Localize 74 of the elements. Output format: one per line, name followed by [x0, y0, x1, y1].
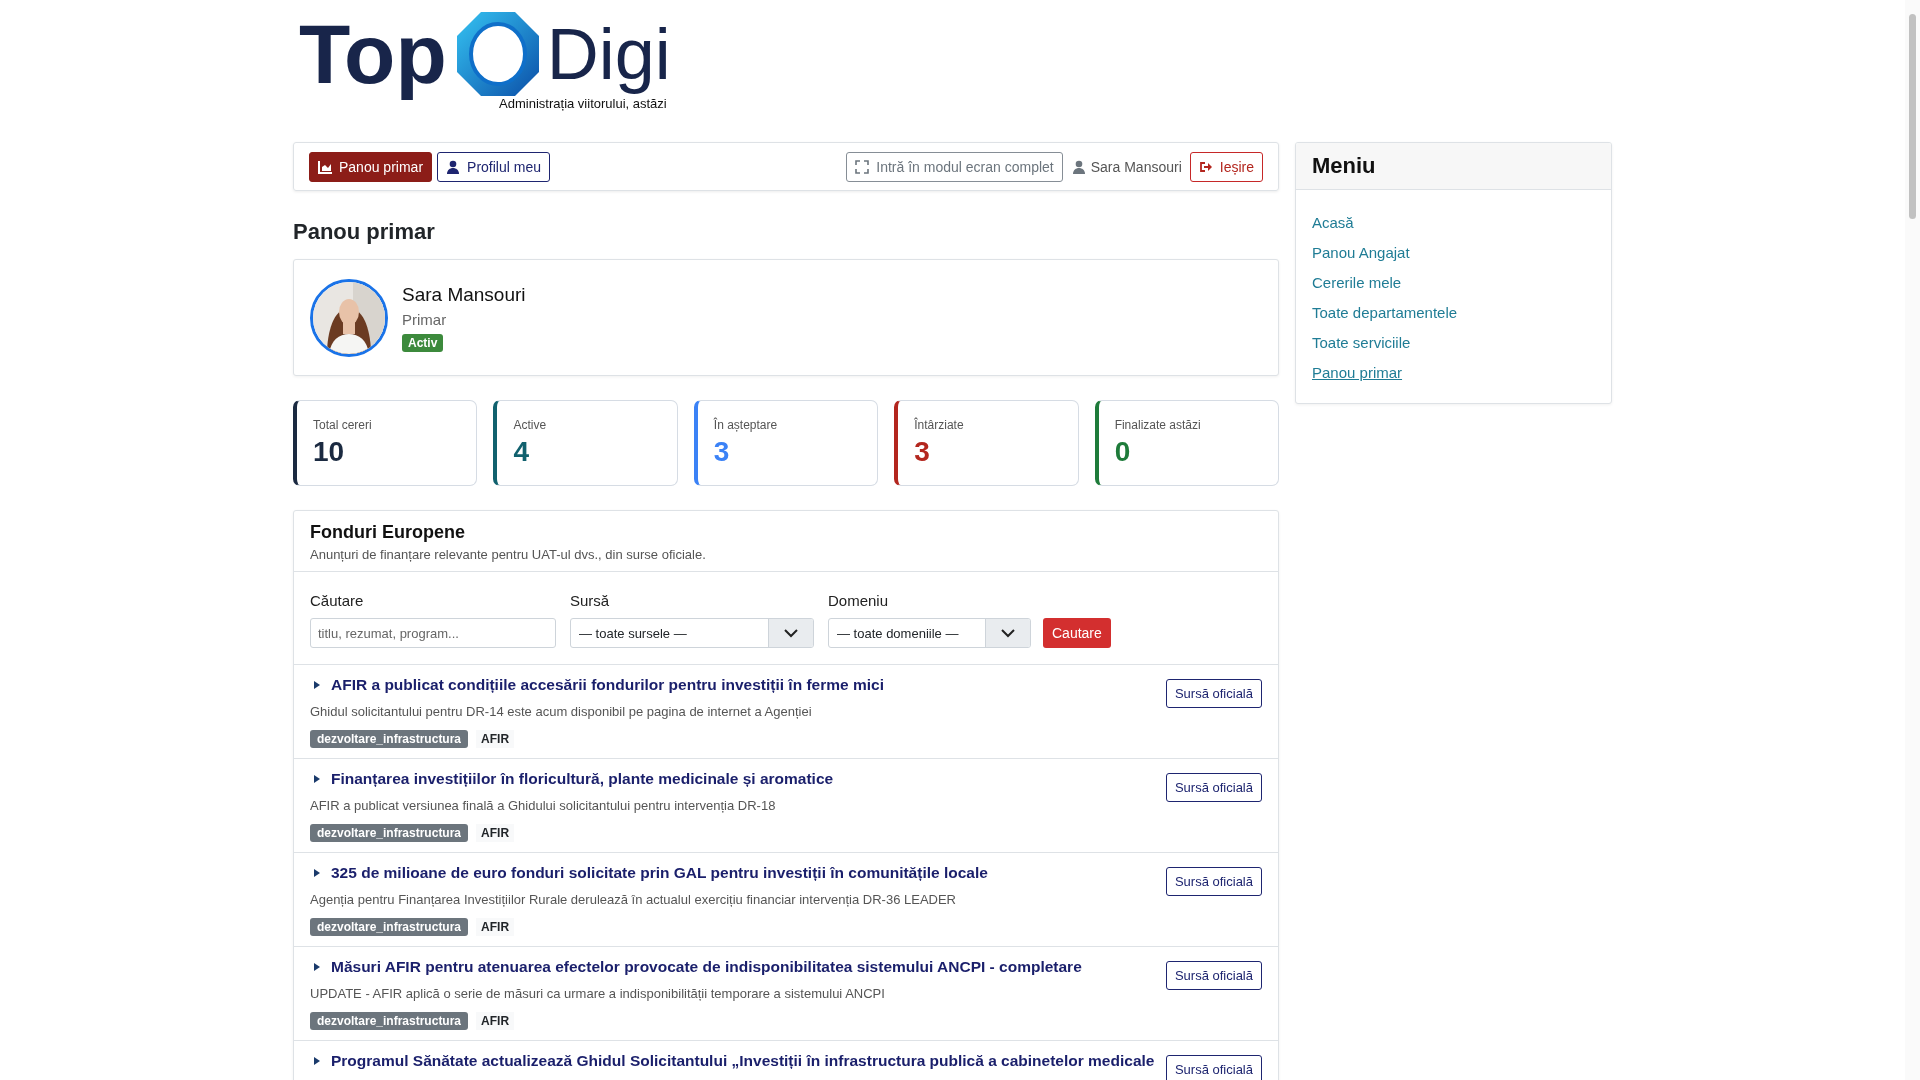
category-tag: dezvoltare_infrastructura [310, 1012, 469, 1030]
menu-link[interactable]: Cererile mele [1312, 274, 1402, 291]
chart-icon [318, 159, 332, 174]
expand-triangle-icon [314, 963, 320, 971]
item-summary: AFIR a publicat versiunea finală a Ghidului solicitantului pentru intervenția DR-18 [310, 798, 777, 813]
status-badge: Activ [402, 334, 444, 352]
menu-link[interactable]: Acasă [1312, 214, 1354, 231]
category-tag: dezvoltare_infrastructura [310, 824, 469, 842]
menu-link[interactable]: Panou Angajat [1312, 244, 1410, 261]
menu-title: Meniu [1296, 143, 1611, 190]
field-label: Căutare [310, 592, 365, 609]
expand-triangle-icon [314, 1057, 320, 1065]
menu-link[interactable]: Toate serviciile [1312, 334, 1411, 351]
stat-value: 0 [1114, 436, 1132, 468]
stat-label: În așteptare [713, 418, 779, 432]
logo-text: Digi [546, 13, 671, 96]
category-tag: dezvoltare_infrastructura [310, 730, 469, 748]
stat-label: Active [513, 418, 548, 432]
profile-role: Primar [402, 311, 448, 328]
scrollbar-thumb[interactable] [1909, 14, 1916, 219]
item-title[interactable]: AFIR a publicat condițiile accesării fondurilor pentru investiții în ferme mici [331, 676, 884, 694]
section-subtitle: Anunțuri de finanțare relevante pentru UAT-ul dvs., din surse oficiale. [310, 547, 707, 562]
official-source-button[interactable]: Sursă oficială [1165, 679, 1262, 708]
expand-triangle-icon [314, 869, 320, 877]
expand-triangle-icon [314, 681, 320, 689]
stat-value: 10 [313, 436, 346, 468]
item-summary: Ghidul solicitantului pentru DR-14 este acum disponibil pe pagina de internet a Agenției [310, 704, 813, 719]
chevron-down-icon [783, 626, 799, 640]
official-source-button[interactable]: Sursă oficială [1165, 867, 1262, 896]
dropdown[interactable]: — toate domeniile — [828, 618, 1031, 648]
stat-value: 3 [713, 436, 731, 468]
item-title[interactable]: Programul Sănătate actualizează Ghidul Solicitantului „Investiții în infrastructura publică a cabinetelor medicale [331, 1052, 1155, 1070]
source-tag: AFIR [476, 730, 515, 748]
profile-name: Sara Mansouri [402, 284, 526, 306]
page-title: Panou primar [293, 219, 436, 245]
source-tag: AFIR [476, 1012, 515, 1030]
logo-tagline: Administrația viitorului, astăzi [499, 96, 667, 111]
stat-label: Întârziate [914, 418, 965, 432]
category-tag: dezvoltare_infrastructura [310, 918, 469, 936]
source-tag: AFIR [476, 824, 515, 842]
stat-value: 4 [513, 436, 530, 468]
item-title[interactable]: 325 de milioane de euro fonduri solicitate prin GAL pentru investiții în comunitățile locale [331, 864, 988, 882]
field-label: Sursă [570, 592, 611, 609]
exit-icon [1198, 159, 1213, 174]
scrollbar[interactable] [1905, 0, 1920, 1080]
item-summary: UPDATE - AFIR aplică o serie de măsuri ca urmare a indisponibilității temporare a sistemului ANCPI [310, 986, 886, 1001]
field-label: Domeniu [828, 592, 890, 609]
expand-triangle-icon [314, 775, 320, 783]
user-icon [1071, 159, 1086, 174]
user-name: Sara Mansouri [1090, 158, 1182, 175]
logo-text: Top [299, 6, 448, 103]
nav-button[interactable]: Profilul meu [437, 151, 550, 182]
section-title: Fonduri Europene [310, 522, 466, 543]
source-tag: AFIR [476, 918, 515, 936]
menu-link[interactable]: Toate departamentele [1312, 304, 1458, 321]
stat-value: 3 [914, 436, 931, 468]
logout-button[interactable]: Ieșire [1189, 151, 1263, 182]
official-source-button[interactable]: Sursă oficială [1165, 961, 1262, 990]
search-field[interactable]: titlu, rezumat, program... [310, 618, 556, 648]
item-title[interactable]: Măsuri AFIR pentru atenuarea efectelor provocate de indisponibilitatea sistemului ANCPI - completare [331, 958, 1082, 976]
item-title[interactable]: Finanțarea investițiilor în floricultură, plante medicinale și aromatice [331, 770, 834, 788]
nav-button[interactable]: Panou primar [309, 151, 433, 182]
chevron-down-icon [1000, 626, 1016, 640]
dropdown[interactable]: — toate sursele — [570, 618, 814, 648]
stat-label: Finalizate astăzi [1114, 418, 1202, 432]
fullscreen-button[interactable]: Intră în modul ecran complet [846, 151, 1063, 182]
item-summary: Agenția pentru Finanțarea Investițiilor Rurale derulează în actualul exercițiu financiar intervenția DR-36 LEADER [310, 892, 957, 907]
user-icon [446, 159, 461, 174]
official-source-button[interactable]: Sursă oficială [1165, 1055, 1262, 1080]
official-source-button[interactable]: Sursă oficială [1165, 773, 1262, 802]
menu-link[interactable]: Panou primar [1312, 364, 1403, 381]
expand-icon [855, 159, 870, 174]
stat-label: Total cereri [313, 418, 373, 432]
search-button[interactable]: Cautare [1043, 618, 1111, 648]
